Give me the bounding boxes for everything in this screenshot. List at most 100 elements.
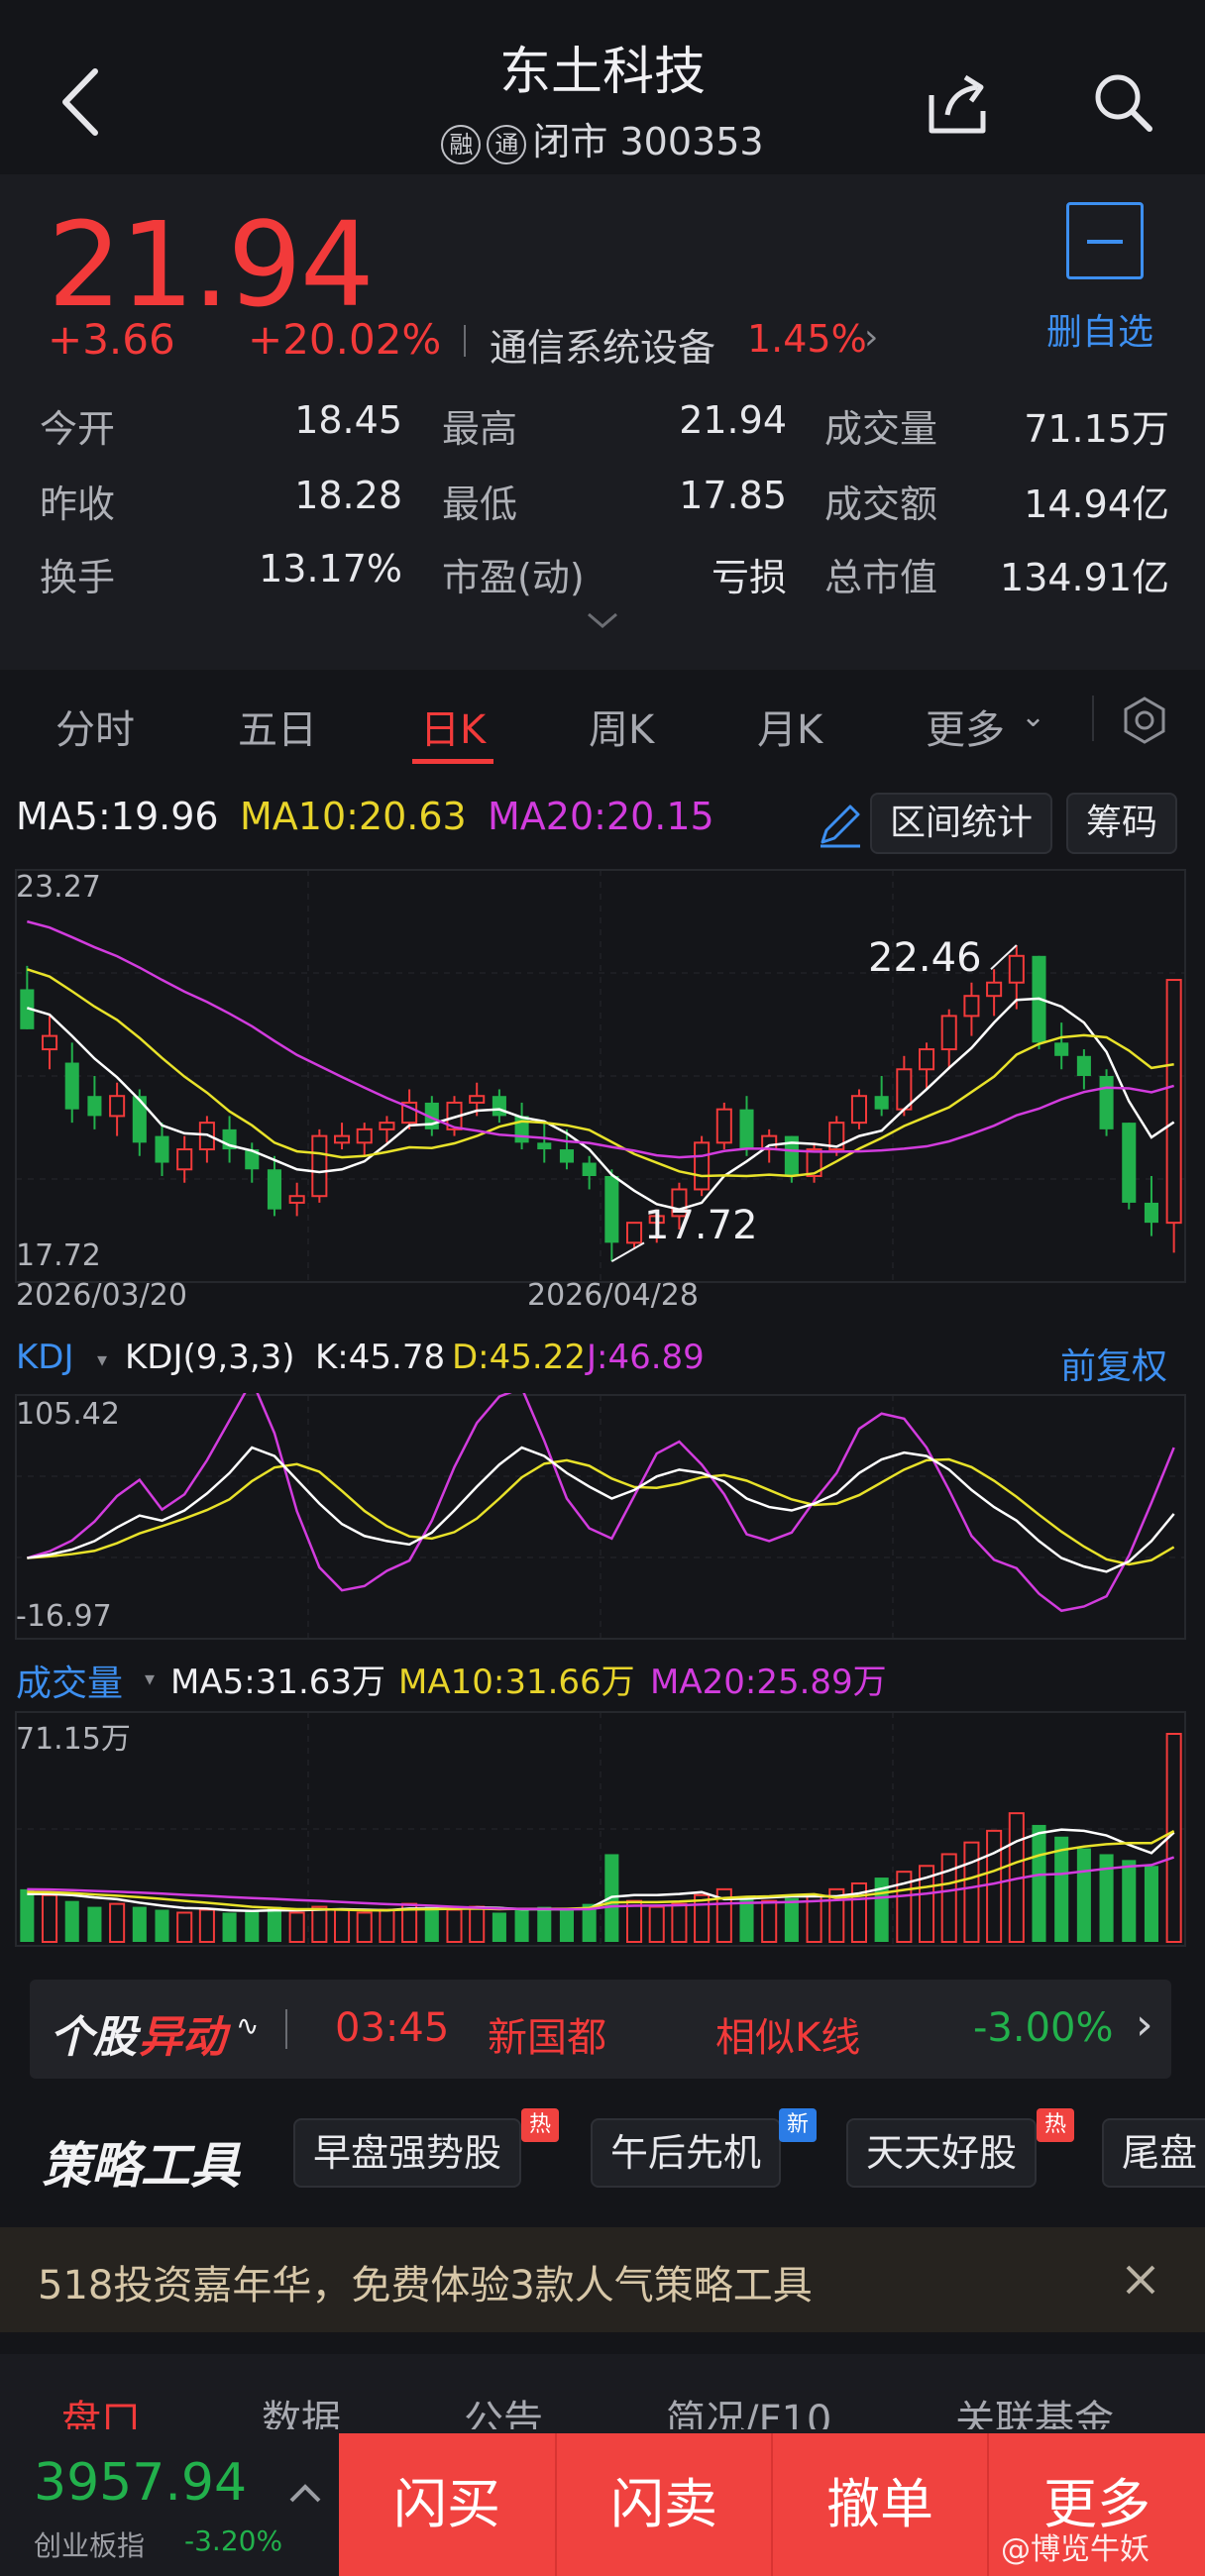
stat-label-low: 最低 (442, 483, 518, 526)
stock-status: 融通闭市 300353 (0, 111, 1205, 165)
vol-ma5: MA5:31.63万 (170, 1663, 386, 1702)
new-badge: 新 (779, 2108, 817, 2142)
volume-bar-up (379, 1908, 395, 1944)
stat-volume: 71.15万 (1024, 407, 1169, 451)
stat-low: 17.85 (679, 474, 787, 517)
legend-ma20: MA20:20.15 (488, 795, 714, 838)
price-candle-chart[interactable] (0, 868, 1205, 1284)
stat-label-high: 最高 (442, 407, 518, 451)
close-icon[interactable] (1122, 2261, 1159, 2299)
strategy-item-daily[interactable]: 天天好股 (846, 2118, 1038, 2188)
sector-pct[interactable]: 1.45% (747, 317, 867, 361)
candle-down (1099, 1076, 1114, 1129)
tab-five-day[interactable]: 五日 (238, 698, 317, 755)
volume-bar-down (20, 1888, 35, 1942)
stat-turnover-rate: 13.17% (259, 547, 402, 590)
kline-chart-area: MA5:19.96 MA10:20.63 MA20:20.15 区间统计 筹码 … (0, 769, 1205, 1958)
remove-watchlist-button[interactable]: 删自选 (1046, 303, 1153, 355)
stock-alert-bar[interactable]: 个股 异动 ∿ 03:45 新国都 相似K线 -3.00% › (30, 1980, 1171, 2079)
cancel-order-button[interactable]: 撤单 (771, 2433, 987, 2576)
candle-up (176, 1148, 193, 1171)
candle-down (1054, 1042, 1069, 1056)
tab-more[interactable]: 更多 (926, 698, 1005, 755)
candle-up (963, 995, 980, 1018)
candle-up (356, 1127, 373, 1144)
volume-bar-up (694, 1893, 711, 1944)
volume-bar-up (42, 1893, 58, 1944)
candle-up (379, 1122, 395, 1130)
range-stats-button[interactable]: 区间统计 (870, 793, 1053, 854)
adjust-mode-button[interactable]: 前复权 (1060, 1338, 1167, 1389)
volume-dropdown-icon[interactable]: ▾ (145, 1666, 155, 1690)
tab-intraday[interactable]: 分时 (55, 698, 135, 755)
stat-open: 18.45 (294, 398, 402, 442)
strategy-item-afternoon[interactable]: 午后先机 (591, 2118, 782, 2188)
chevron-down-icon[interactable]: ⌄ (1021, 699, 1045, 734)
candle-up (469, 1095, 486, 1104)
strategy-item-morning[interactable]: 早盘强势股 (293, 2118, 522, 2188)
strategy-tools: 策略工具 早盘强势股 热 午后先机 新 天天好股 热 尾盘 (0, 2094, 1205, 2213)
kdj-d: D:45.22 (452, 1338, 586, 1377)
candle-up (42, 1034, 58, 1051)
flash-buy-button[interactable]: 闪买 (339, 2433, 555, 2576)
flash-sell-button[interactable]: 闪卖 (555, 2433, 771, 2576)
expand-chevron-icon[interactable] (585, 610, 620, 632)
volume-bar-up (761, 1899, 778, 1943)
date-axis-mid: 2026/04/28 (527, 1278, 699, 1313)
quote-panel: 21.94 +3.66 +20.02% 通信系统设备 1.45% › 删自选 今… (0, 174, 1205, 670)
date-axis-left: 2026/03/20 (16, 1278, 187, 1313)
volume-bar-down (1032, 1824, 1046, 1942)
volume-bar-down (559, 1909, 574, 1942)
volume-bar-up (356, 1911, 373, 1944)
candle-up (986, 981, 1003, 998)
chevron-right-icon[interactable]: › (864, 317, 878, 358)
kdj-axis-top: 105.42 (16, 1397, 120, 1432)
pulse-icon: ∿ (236, 2009, 260, 2042)
tab-daily-k[interactable]: 日K (420, 698, 486, 755)
kdj-chart[interactable] (0, 1393, 1205, 1641)
strategy-item-close[interactable]: 尾盘 (1102, 2118, 1205, 2188)
price-axis-top: 23.27 (16, 870, 101, 905)
chevron-up-icon[interactable] (287, 2481, 323, 2505)
volume-axis-top: 71.15万 (16, 1722, 131, 1757)
connect-badge: 通 (487, 124, 527, 164)
detail-tabs: 盘口 数据 公告 简况/F10 关联基金 (0, 2354, 1205, 2443)
hot-badge: 热 (1037, 2108, 1074, 2142)
volume-bar-up (288, 1911, 305, 1944)
candle-up (919, 1048, 935, 1071)
volume-bar-down (267, 1906, 281, 1942)
index-pct[interactable]: -3.20% (184, 2524, 282, 2557)
volume-chart[interactable] (0, 1710, 1205, 1948)
volume-title[interactable]: 成交量 (16, 1655, 123, 1706)
volume-bar-up (469, 1905, 486, 1943)
candle-up (109, 1095, 126, 1118)
volume-bar-up (198, 1908, 215, 1944)
stat-label-prev-close: 昨收 (40, 483, 116, 526)
candle-down (514, 1116, 529, 1143)
settings-icon[interactable] (1120, 696, 1169, 745)
candle-down (155, 1135, 169, 1163)
share-icon[interactable] (926, 71, 991, 137)
candle-down (739, 1109, 754, 1150)
candle-down (64, 1062, 79, 1110)
candle-down (132, 1096, 147, 1143)
remove-watchlist-icon[interactable] (1066, 202, 1144, 279)
index-value[interactable]: 3957.94 (34, 2453, 247, 2513)
stat-market-cap: 134.91亿 (1000, 556, 1169, 599)
candle-down (604, 1176, 619, 1243)
chevron-right-icon[interactable]: › (1136, 1999, 1153, 2050)
hot-badge: 热 (521, 2108, 559, 2142)
sector-name[interactable]: 通信系统设备 (490, 317, 715, 372)
index-name[interactable]: 创业板指 (34, 2524, 145, 2564)
tab-weekly-k[interactable]: 周K (589, 698, 654, 755)
search-icon[interactable] (1092, 71, 1155, 135)
chip-button[interactable]: 筹码 (1066, 793, 1178, 854)
volume-bar-up (986, 1829, 1003, 1943)
volume-bar-down (537, 1906, 552, 1942)
volume-bar-up (963, 1841, 980, 1944)
kdj-dropdown-icon[interactable]: ▾ (97, 1347, 107, 1371)
tab-monthly-k[interactable]: 月K (757, 698, 822, 755)
kdj-title[interactable]: KDJ (16, 1338, 74, 1377)
promo-banner[interactable]: 518投资嘉年华，免费体验3款人气策略工具 (0, 2227, 1205, 2332)
pencil-icon[interactable] (815, 799, 866, 850)
